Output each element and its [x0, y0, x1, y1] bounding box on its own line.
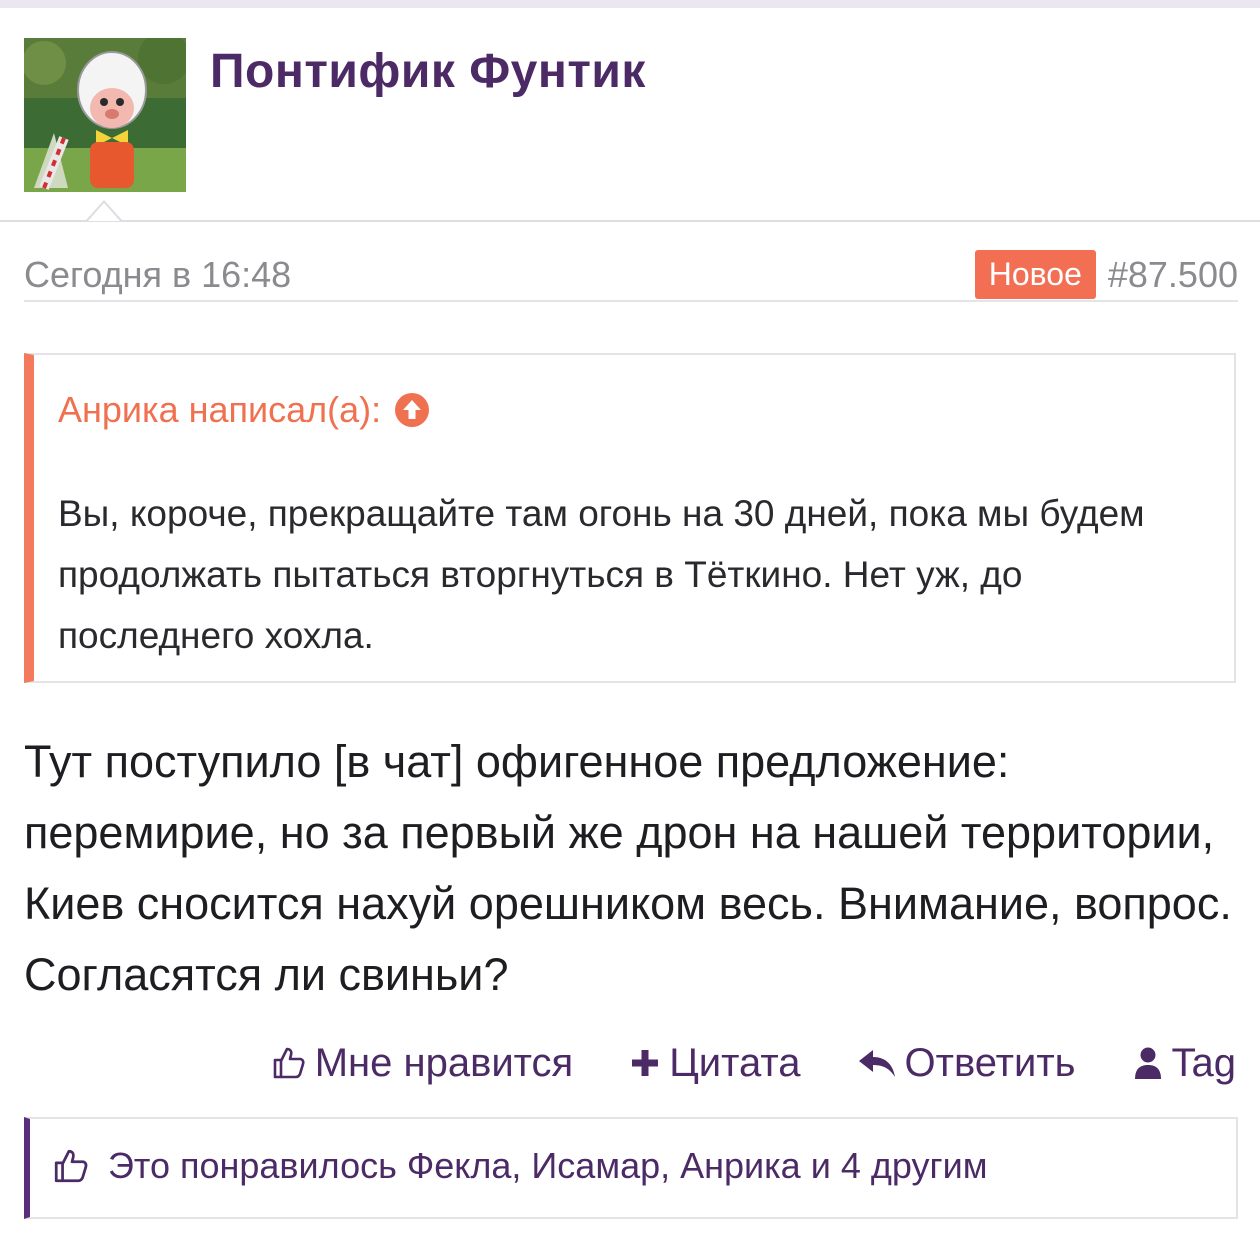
tag-button[interactable]: Tag — [1132, 1040, 1237, 1086]
post-header: Понтифик Фунтик — [0, 8, 1260, 222]
tag-label: Tag — [1171, 1040, 1237, 1085]
reply-button[interactable]: Ответить — [857, 1041, 1076, 1086]
user-icon — [1132, 1045, 1164, 1081]
post-meta: Сегодня в 16:48 Новое #87.500 — [24, 250, 1238, 302]
post-body: Тут поступило [в чат] офигенное предложе… — [24, 736, 1232, 1000]
quote-label: Цитата — [669, 1040, 801, 1085]
like-label: Мне нравится — [314, 1040, 574, 1085]
author-name[interactable]: Понтифик Фунтик — [210, 44, 646, 99]
quote-button[interactable]: Цитата — [629, 1040, 801, 1086]
like-button[interactable]: Мне нравится — [271, 1041, 573, 1086]
quote-header[interactable]: Анрика написал(а): — [58, 389, 431, 431]
reply-icon — [857, 1046, 897, 1080]
thumbs-up-icon — [52, 1147, 90, 1185]
reply-label: Ответить — [904, 1040, 1076, 1085]
likes-summary: Это понравилось Фекла, Исамар, Анрика и … — [24, 1117, 1238, 1219]
plus-icon — [629, 1047, 661, 1079]
quote-block: Анрика написал(а): Вы, короче, прекращай… — [24, 353, 1236, 683]
avatar[interactable] — [24, 38, 186, 192]
post-number[interactable]: #87.500 — [1108, 254, 1238, 296]
new-badge: Новое — [974, 250, 1096, 299]
likes-row: Это понравилось Фекла, Исамар, Анрика и … — [52, 1145, 987, 1187]
top-strip — [0, 0, 1260, 8]
quote-author[interactable]: Анрика написал(а): — [58, 389, 381, 431]
likes-text[interactable]: Это понравилось Фекла, Исамар, Анрика и … — [108, 1145, 987, 1187]
quote-text: Вы, короче, прекращайте там огонь на 30 … — [58, 493, 1145, 656]
post-meta-right: Новое #87.500 — [974, 250, 1238, 299]
post-date[interactable]: Сегодня в 16:48 — [24, 254, 291, 296]
arrow-up-circle-icon[interactable] — [393, 391, 431, 429]
post-actions: Мне нравится Цитата Ответить Tag — [271, 1035, 1236, 1091]
thumbs-up-icon — [271, 1045, 307, 1081]
